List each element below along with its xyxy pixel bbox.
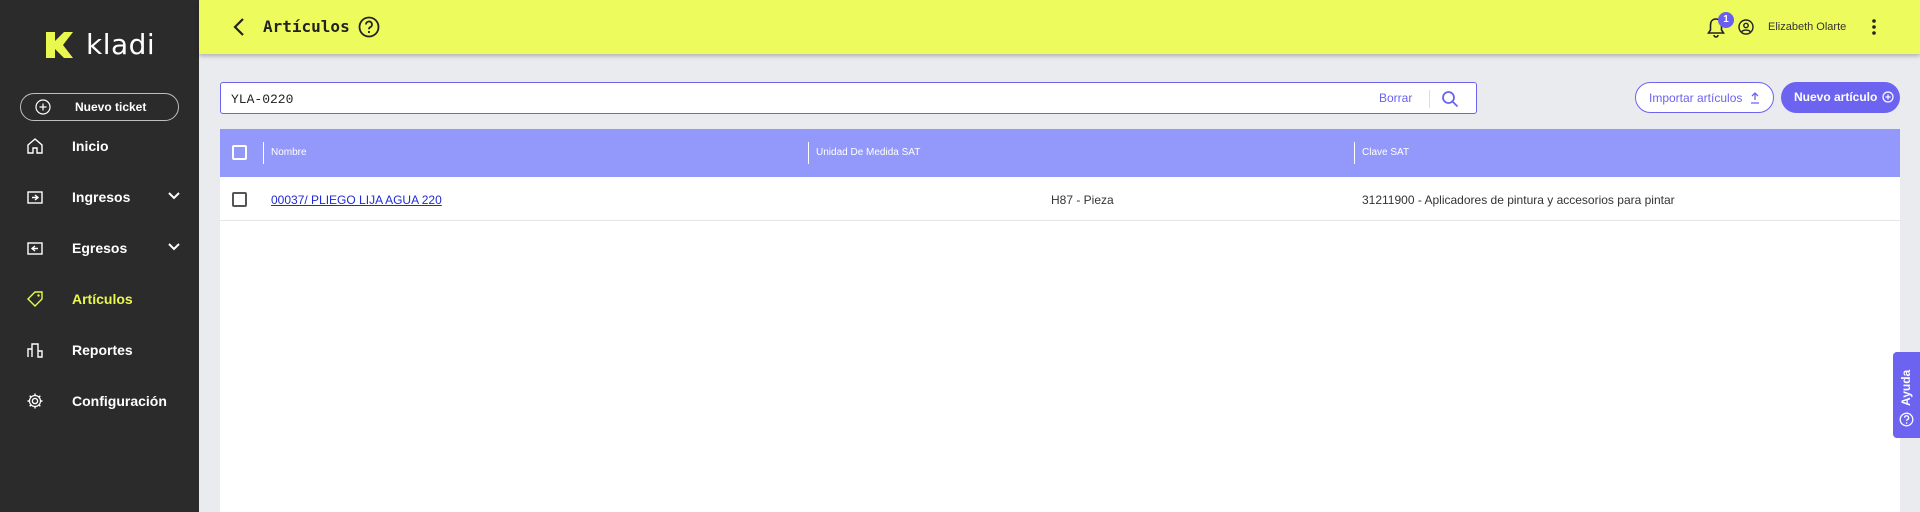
upload-icon (1751, 92, 1759, 104)
table-header: Nombre Unidad De Medida SAT Clave SAT (220, 129, 1900, 177)
sidebar-item-label: Ingresos (72, 189, 131, 205)
gear-icon (27, 393, 43, 409)
expense-icon (27, 242, 43, 255)
sidebar-item-label: Artículos (72, 291, 133, 307)
import-articles-button[interactable]: Importar artículos (1635, 82, 1774, 113)
table-row: 00037/ PLIEGO LIJA AGUA 220 H87 - Pieza … (220, 177, 1900, 221)
chevron-down-icon (168, 192, 180, 200)
search-box: Borrar (220, 82, 1477, 114)
new-article-label: Nuevo artículo (1794, 90, 1878, 104)
search-divider (1429, 90, 1430, 108)
sidebar-item-label: Egresos (72, 240, 128, 256)
page-title: Artículos (263, 17, 350, 36)
sidebar-item-inicio[interactable]: Inicio (0, 126, 199, 166)
column-header-unidad[interactable]: Unidad De Medida SAT (816, 147, 920, 158)
new-article-button[interactable]: Nuevo artículo (1781, 82, 1900, 113)
article-name-link[interactable]: 00037/ PLIEGO LIJA AGUA 220 (271, 193, 442, 207)
user-name[interactable]: Elizabeth Olarte (1768, 21, 1846, 33)
sidebar-item-label: Configuración (72, 393, 167, 409)
logo[interactable]: kladi (44, 28, 155, 61)
new-ticket-label: Nuevo ticket (75, 100, 147, 114)
new-ticket-button[interactable]: Nuevo ticket (20, 93, 179, 121)
search-input[interactable] (231, 89, 1331, 109)
select-all-checkbox[interactable] (232, 145, 247, 160)
column-divider (263, 142, 264, 164)
brand-name: kladi (86, 28, 156, 61)
column-header-clave[interactable]: Clave SAT (1362, 147, 1409, 158)
kladi-logo-icon (46, 31, 73, 58)
help-tab-label: Ayuda (1899, 369, 1913, 406)
help-circle-icon[interactable] (358, 16, 380, 38)
column-divider (1354, 142, 1355, 164)
notification-badge: 1 (1718, 12, 1734, 28)
sidebar-item-egresos[interactable]: Egresos (0, 228, 199, 268)
clear-search-button[interactable]: Borrar (1379, 91, 1412, 105)
home-icon (27, 138, 43, 154)
column-header-nombre[interactable]: Nombre (271, 147, 307, 158)
unit-cell: H87 - Pieza (1051, 193, 1114, 207)
sidebar-item-configuracion[interactable]: Configuración (0, 381, 199, 421)
clave-sat-cell: 31211900 - Aplicadores de pintura y acce… (1362, 193, 1675, 207)
more-vertical-icon[interactable] (1871, 18, 1877, 36)
column-divider (808, 142, 809, 164)
top-header: Artículos 1 Elizabeth Olarte (199, 0, 1920, 54)
sidebar-item-ingresos[interactable]: Ingresos (0, 177, 199, 217)
articles-table: Nombre Unidad De Medida SAT Clave SAT 00… (220, 129, 1900, 512)
reports-icon (27, 343, 43, 358)
search-icon[interactable] (1441, 90, 1459, 108)
help-tab[interactable]: Ayuda (1893, 352, 1920, 438)
help-circle-icon (1899, 412, 1914, 427)
plus-circle-icon (35, 99, 51, 115)
sidebar: kladi Nuevo ticket Inicio Ingresos Egres… (0, 0, 199, 512)
sidebar-item-articulos[interactable]: Artículos (0, 279, 199, 319)
user-circle-icon (1738, 19, 1754, 35)
tag-icon (27, 291, 43, 307)
sidebar-item-label: Reportes (72, 342, 133, 358)
sidebar-item-reportes[interactable]: Reportes (0, 330, 199, 370)
chevron-down-icon (168, 243, 180, 251)
sidebar-item-label: Inicio (72, 138, 109, 154)
back-arrow-icon[interactable] (233, 17, 245, 37)
income-icon (27, 191, 43, 204)
plus-circle-icon (1882, 91, 1894, 103)
import-articles-label: Importar artículos (1649, 91, 1743, 105)
row-checkbox[interactable] (232, 192, 247, 207)
